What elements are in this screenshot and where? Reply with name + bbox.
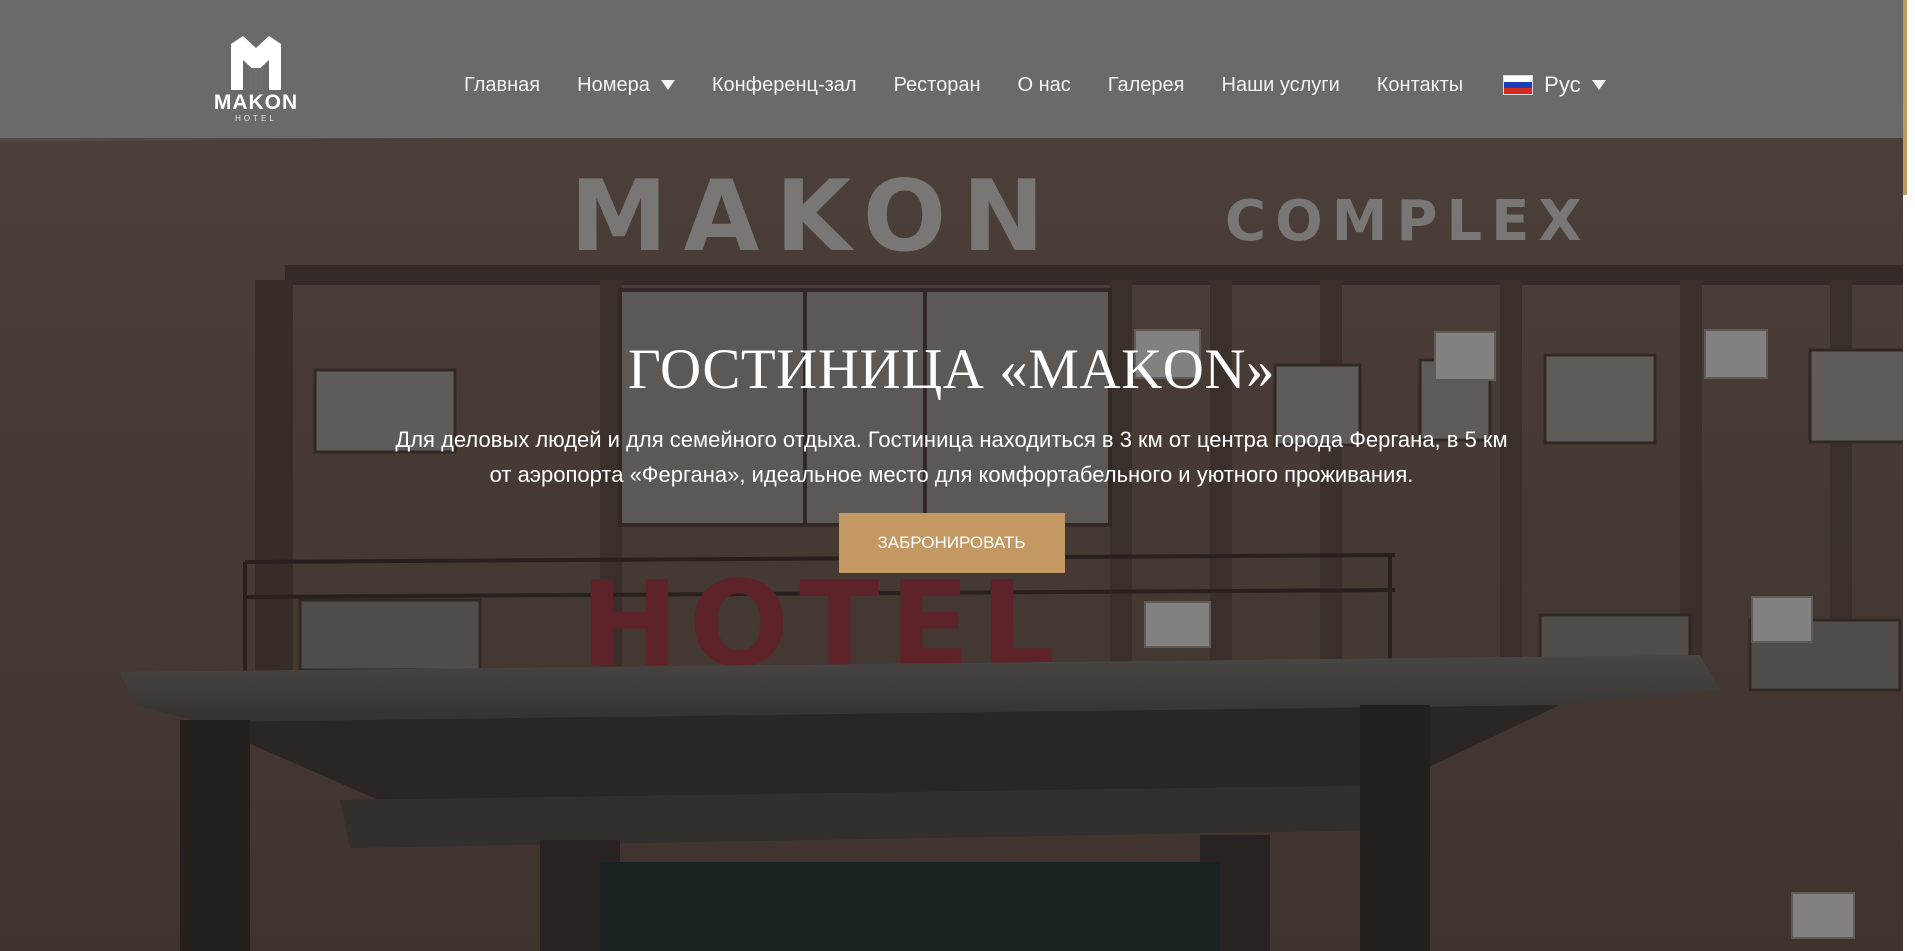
nav-item-label: Наши услуги [1221, 73, 1340, 96]
book-button[interactable]: ЗАБРОНИРОВАТЬ [838, 513, 1065, 573]
logo-subtitle: HOTEL [235, 114, 277, 123]
language-label: Рус [1544, 72, 1581, 97]
nav-item-restaurant[interactable]: Ресторан [894, 68, 981, 102]
nav-item-label: Главная [464, 73, 541, 96]
nav-item-services[interactable]: Наши услуги [1222, 68, 1340, 102]
nav-item-conference-hall[interactable]: Конференц-зал [712, 68, 857, 102]
nav-item-label: О нас [1017, 73, 1071, 96]
russia-flag-icon [1503, 75, 1534, 95]
nav-item-label: Ресторан [893, 73, 981, 96]
nav-item-label: Номера [577, 73, 650, 96]
makon-logo-icon [231, 36, 281, 90]
site-header: MAKON HOTEL Главная Номера Конференц-зал… [0, 0, 1903, 138]
nav-item-about[interactable]: О нас [1018, 68, 1071, 102]
main-nav: Главная Номера Конференц-зал Ресторан О … [464, 68, 1606, 102]
nav-item-contacts[interactable]: Контакты [1377, 68, 1463, 102]
caret-down-icon [1591, 80, 1606, 90]
caret-down-icon [660, 80, 675, 90]
page: MAKON COMPLEX HOTEL MAKON HOTEL Главная … [0, 0, 1915, 951]
nav-item-rooms[interactable]: Номера [577, 68, 675, 102]
hero-content: ГОСТИНИЦА «MAKON» Для деловых людей и дл… [0, 330, 1903, 573]
logo-link[interactable]: MAKON HOTEL [210, 36, 302, 130]
language-selector[interactable]: Рус [1503, 68, 1606, 102]
nav-item-home[interactable]: Главная [464, 68, 540, 102]
logo-wordmark: MAKON [213, 91, 299, 114]
nav-item-label: Контакты [1376, 73, 1464, 96]
scroll-indicator [1903, 0, 1915, 951]
nav-item-gallery[interactable]: Галерея [1108, 68, 1185, 102]
hero-description: Для деловых людей и для семейного отдыха… [395, 427, 1508, 487]
nav-item-label: Конференц-зал [711, 73, 857, 96]
hero-title: ГОСТИНИЦА «MAKON» [627, 338, 1276, 401]
nav-item-label: Галерея [1107, 73, 1185, 96]
